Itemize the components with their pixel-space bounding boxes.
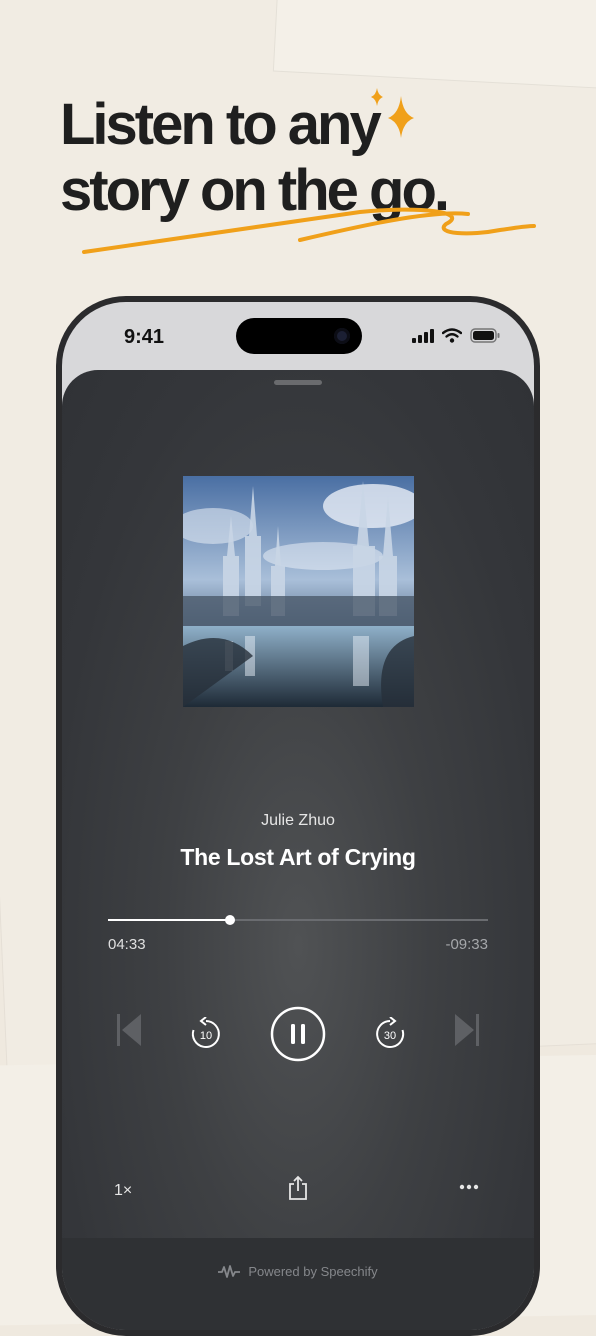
speechify-logo-icon: [218, 1264, 241, 1278]
share-button[interactable]: [288, 1174, 308, 1202]
pause-button[interactable]: [270, 1006, 326, 1062]
more-icon: [459, 1184, 479, 1190]
book-author: Julie Zhuo: [261, 812, 335, 829]
progress-knob[interactable]: [224, 915, 235, 925]
rewind-button[interactable]: 10: [186, 1014, 226, 1054]
more-button[interactable]: [458, 1180, 480, 1194]
progress-slider[interactable]: [108, 915, 488, 925]
skip-next-icon: [455, 1014, 479, 1046]
speed-button[interactable]: 1×: [114, 1182, 132, 1200]
previous-button[interactable]: [116, 1012, 142, 1048]
headline-decoration: [82, 88, 536, 254]
skip-previous-icon: [117, 1014, 141, 1046]
camera-icon: [334, 328, 350, 344]
pause-icon: [270, 1006, 326, 1062]
status-bar: 9:41: [62, 302, 534, 372]
player-sheet: Julie Zhuo The Lost Art of Crying 04:33 …: [62, 370, 534, 1330]
sparkle-icon: [371, 88, 414, 138]
battery-icon: [470, 328, 500, 343]
phone-screen: 9:41 Julie Zhuo The Lost Art of Crying 0…: [62, 302, 534, 1330]
cover-art: [183, 476, 414, 707]
dynamic-island: [236, 318, 362, 354]
share-icon: [289, 1175, 307, 1200]
elapsed-time: 04:33: [108, 936, 146, 953]
cellular-signal-icon: [412, 328, 434, 343]
forward-30-icon: 30: [376, 1017, 405, 1048]
phone-frame: 9:41 Julie Zhuo The Lost Art of Crying 0…: [56, 296, 540, 1336]
powered-by-label: Powered by Speechify: [248, 1264, 378, 1279]
sheet-grabber[interactable]: [274, 380, 322, 385]
remaining-time: -09:33: [445, 936, 488, 953]
status-icons: [412, 328, 500, 343]
rewind-seconds-label: 10: [200, 1030, 212, 1042]
forward-button[interactable]: 30: [370, 1014, 410, 1054]
scribble-underline: [82, 207, 536, 254]
status-time: 9:41: [124, 326, 165, 348]
wifi-icon: [442, 328, 462, 343]
powered-by: Powered by Speechify: [62, 1264, 534, 1279]
next-button[interactable]: [454, 1012, 480, 1048]
forward-seconds-label: 30: [384, 1030, 396, 1042]
rewind-10-icon: 10: [191, 1017, 220, 1048]
footer: Powered by Speechify: [62, 1238, 534, 1330]
book-title: The Lost Art of Crying: [180, 844, 416, 870]
progress-fill: [108, 919, 230, 921]
